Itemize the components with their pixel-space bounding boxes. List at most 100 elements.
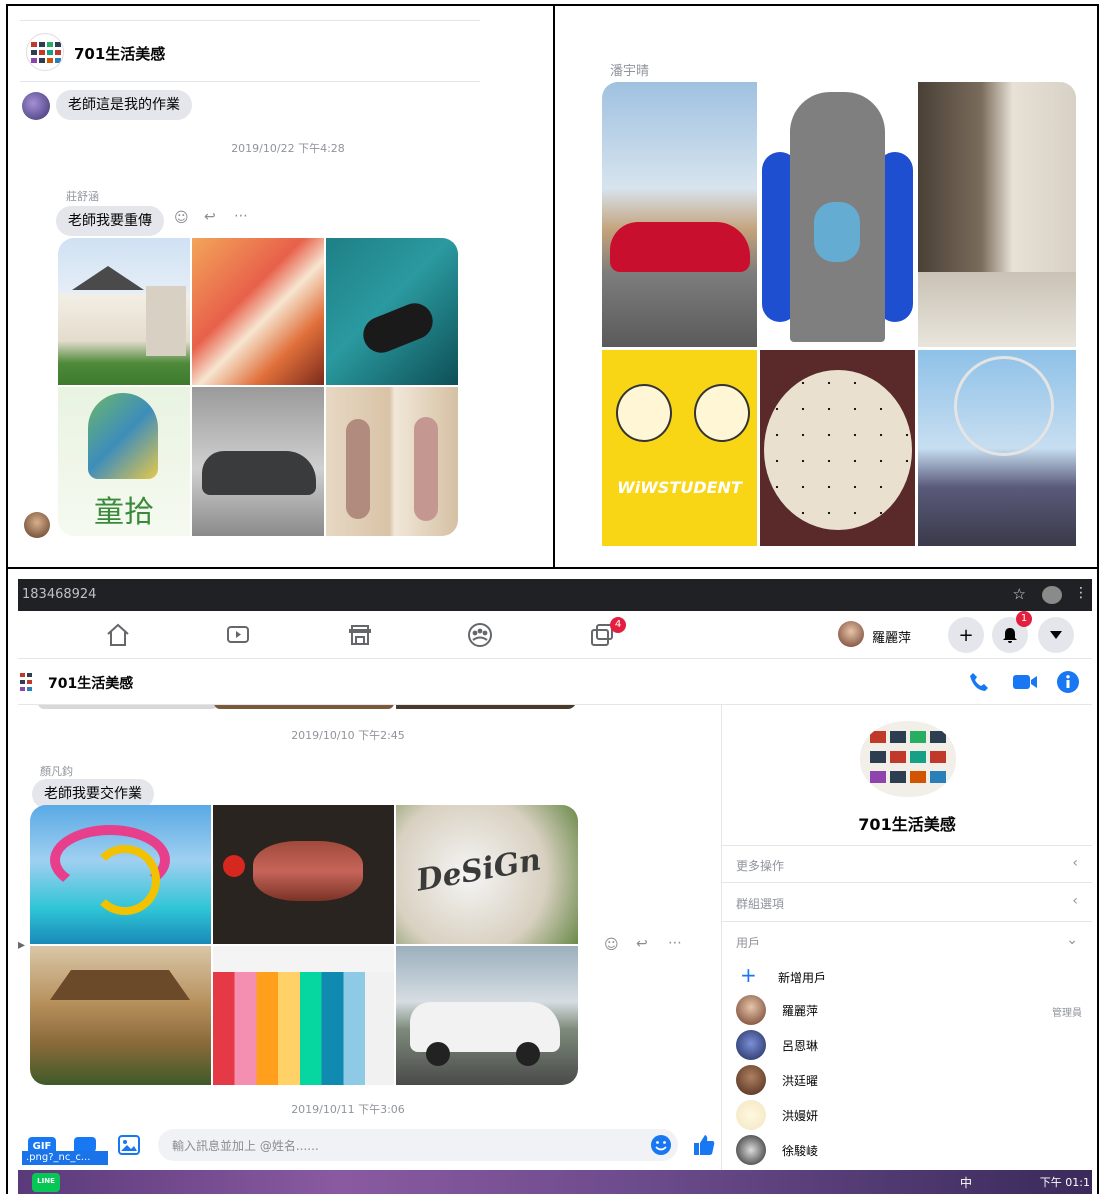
emoji-icon[interactable]: ☺ xyxy=(604,937,619,953)
line-app-button[interactable]: LINE xyxy=(32,1173,60,1192)
emoji-icon[interactable]: ☺ xyxy=(174,210,189,226)
photo-poster[interactable]: 童拾 xyxy=(58,387,190,536)
timestamp: 2019/10/10 下午2:45 xyxy=(291,729,405,742)
photo-cafe[interactable] xyxy=(918,82,1076,347)
panel-bottom: 183468924 ☆ ⋮ 4 羅麗萍 + 1 701生活美感 2019/10/… xyxy=(8,569,1097,1196)
users-label: 用戶 xyxy=(736,936,761,950)
timestamp: 2019/10/11 下午3:06 xyxy=(291,1103,405,1116)
sender-name: 潘宇晴 xyxy=(610,64,650,79)
group-logo[interactable] xyxy=(26,33,64,71)
message-input[interactable]: 輸入訊息並加上 @姓名...... xyxy=(158,1129,678,1161)
message-bubble[interactable]: 老師我要重傳 xyxy=(56,206,164,236)
photo-suv[interactable] xyxy=(396,946,578,1085)
member-row[interactable]: 洪嫚妍 xyxy=(736,1100,1086,1130)
more-actions-row[interactable]: 更多操作 ‹ xyxy=(722,845,1092,883)
browser-bar: 183468924 ☆ ⋮ xyxy=(18,579,1092,611)
photo-car[interactable] xyxy=(192,387,324,536)
photo-gamepad[interactable] xyxy=(326,238,458,385)
add-user-label: 新增用戶 xyxy=(778,971,827,985)
create-button[interactable]: + xyxy=(948,617,984,653)
avatar xyxy=(736,995,766,1025)
member-row[interactable]: 呂恩琳 xyxy=(736,1030,1086,1060)
photo-partial[interactable] xyxy=(396,705,576,709)
group-title[interactable]: 701生活美感 xyxy=(74,43,165,64)
photo-cake[interactable] xyxy=(760,350,915,546)
chevron-left-icon: ‹ xyxy=(1072,855,1078,871)
more-icon[interactable]: ⋯ xyxy=(668,935,682,951)
chat-title[interactable]: 701生活美感 xyxy=(48,673,133,693)
profile-avatar[interactable] xyxy=(838,621,864,647)
menu-icon[interactable]: ⋮ xyxy=(1074,585,1088,601)
member-row[interactable]: 洪廷曜 xyxy=(736,1065,1086,1095)
member-row[interactable]: 徐駿崚 xyxy=(736,1135,1086,1165)
reply-icon[interactable]: ↩ xyxy=(204,209,216,225)
photo-partial[interactable] xyxy=(214,705,394,709)
video-icon[interactable] xyxy=(224,621,252,649)
photo-mansion[interactable] xyxy=(30,946,211,1085)
photo-woman[interactable] xyxy=(326,387,458,536)
frame-border xyxy=(1097,4,1099,1194)
photo-design-art[interactable]: DeSiGn xyxy=(396,805,578,944)
poster-text: 童拾 xyxy=(94,495,154,530)
ime-indicator[interactable]: 中 xyxy=(960,1174,972,1191)
timestamp: 2019/10/22 下午4:28 xyxy=(231,142,345,155)
photo-waterpark[interactable] xyxy=(30,805,211,944)
info-icon[interactable] xyxy=(1056,670,1080,694)
photo-grid: WiWSTUDENT xyxy=(602,82,1076,546)
phone-icon[interactable] xyxy=(968,671,990,693)
groups-icon[interactable] xyxy=(466,621,494,649)
profile-name[interactable]: 羅麗萍 xyxy=(872,627,911,646)
sender-name: 莊舒涵 xyxy=(66,190,99,203)
avatar[interactable] xyxy=(22,92,50,120)
photo-steak[interactable] xyxy=(213,805,394,944)
group-logo[interactable] xyxy=(18,669,38,695)
message-bubble[interactable]: 老師這是我的作業 xyxy=(56,90,192,120)
left-arrow-icon[interactable]: ▸ xyxy=(18,937,25,953)
home-icon[interactable] xyxy=(104,621,132,649)
facebook-nav: 4 羅麗萍 + 1 xyxy=(18,611,1092,659)
member-name: 呂恩琳 xyxy=(782,1039,819,1053)
photo-sushi[interactable] xyxy=(192,238,324,385)
photo-cartoon[interactable]: WiWSTUDENT xyxy=(602,350,757,546)
video-call-icon[interactable] xyxy=(1012,672,1038,692)
star-icon[interactable]: ☆ xyxy=(1013,585,1026,603)
caret-down-icon xyxy=(1050,631,1062,639)
group-options-row[interactable]: 群組選項 ‹ xyxy=(722,884,1092,922)
image-icon[interactable] xyxy=(118,1135,140,1155)
photo-ferris-wheel[interactable] xyxy=(918,350,1076,546)
gaming-badge: 4 xyxy=(610,617,626,633)
clock[interactable]: 下午 01:1 xyxy=(1040,1174,1090,1190)
chevron-down-icon: ⌄ xyxy=(1066,932,1078,948)
file-chip[interactable]: .png?_nc_c... xyxy=(22,1151,108,1165)
avatar xyxy=(736,1100,766,1130)
profile-icon[interactable] xyxy=(1042,586,1062,604)
design-text: DeSiGn xyxy=(413,842,544,899)
photo-grid: DeSiGn xyxy=(30,805,578,1085)
chat-header: 701生活美感 xyxy=(18,659,1092,705)
marketplace-icon[interactable] xyxy=(346,621,374,649)
users-row[interactable]: 用戶 ⌄ xyxy=(722,923,1092,961)
group-logo[interactable] xyxy=(860,721,956,797)
more-actions-label: 更多操作 xyxy=(736,859,785,873)
member-row[interactable]: 羅麗萍 管理員 xyxy=(736,995,1086,1025)
photo-sportscar[interactable] xyxy=(602,82,757,347)
plus-icon: + xyxy=(740,963,757,987)
add-user-button[interactable]: + 新增用戶 xyxy=(736,963,936,989)
emoji-icon[interactable] xyxy=(650,1134,672,1156)
group-options-label: 群組選項 xyxy=(736,897,785,911)
photo-grid: 童拾 xyxy=(58,238,458,536)
photo-house[interactable] xyxy=(58,238,190,385)
photo-hoodie[interactable] xyxy=(760,82,915,347)
notif-badge: 1 xyxy=(1016,611,1032,627)
photo-partial[interactable] xyxy=(38,705,218,709)
panel-top-left: 701生活美感 老師這是我的作業 2019/10/22 下午4:28 莊舒涵 老… xyxy=(8,6,553,567)
photo-clothes-rack[interactable] xyxy=(213,946,394,1085)
more-icon[interactable]: ⋯ xyxy=(234,208,248,224)
like-icon[interactable] xyxy=(692,1133,716,1157)
address-text[interactable]: 183468924 xyxy=(22,587,96,602)
chat-area: 2019/10/10 下午2:45 顏凡鈞 老師我要交作業 DeSiGn ☺ ↩… xyxy=(18,705,721,1170)
sender-name: 顏凡鈞 xyxy=(40,765,73,778)
reply-icon[interactable]: ↩ xyxy=(636,936,648,952)
account-menu-button[interactable] xyxy=(1038,617,1074,653)
avatar[interactable] xyxy=(24,512,50,538)
